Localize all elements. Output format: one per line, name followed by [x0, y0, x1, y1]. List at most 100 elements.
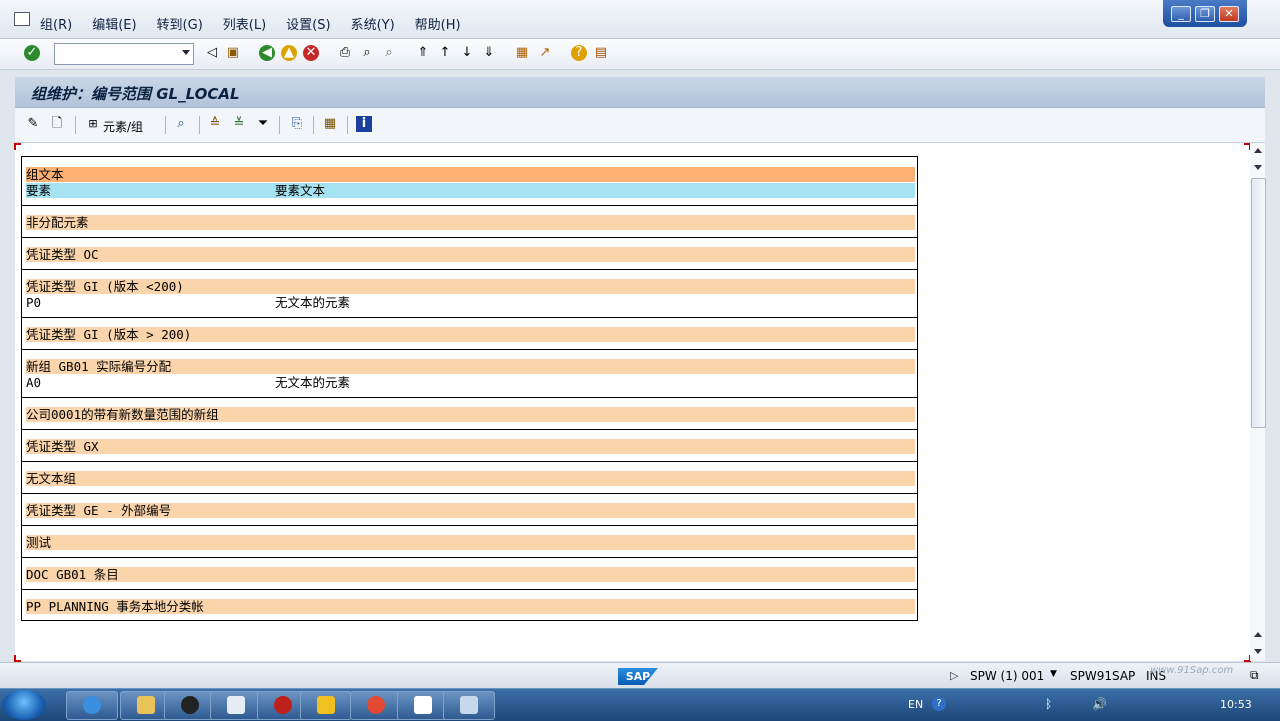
- toolbar-separator: [347, 116, 348, 134]
- sap-gui-task[interactable]: [397, 691, 449, 720]
- scroll-down-icon[interactable]: [1254, 165, 1262, 170]
- element-id: P0: [26, 295, 42, 310]
- element-row[interactable]: A0 无文本的元素: [26, 375, 915, 390]
- group-block: 公司0001的带有新数量范围的新组: [22, 397, 917, 422]
- group-row[interactable]: 凭证类型 GX: [26, 439, 915, 454]
- find-next-icon[interactable]: ⌕: [381, 45, 397, 61]
- bluetooth-icon[interactable]: ᛒ: [1045, 697, 1052, 711]
- new-session-icon[interactable]: ▦: [514, 45, 530, 61]
- status-bar: SAP ▷ SPW (1) 001 ▼ SPW91SAP INS ⧉: [0, 662, 1280, 689]
- sort-descending-icon[interactable]: ≚: [231, 116, 247, 132]
- group-block: 非分配元素: [22, 205, 917, 230]
- table-icon[interactable]: ▦: [322, 116, 338, 132]
- group-row[interactable]: 凭证类型 OC: [26, 247, 915, 262]
- layout-icon[interactable]: ▤: [593, 45, 609, 61]
- resize-icon[interactable]: ⧉: [1250, 668, 1259, 683]
- ie-task[interactable]: [66, 691, 118, 720]
- exit-icon[interactable]: ▲: [281, 45, 297, 61]
- group-row[interactable]: 凭证类型 GI (版本 <200): [26, 279, 915, 294]
- menu-system[interactable]: 系统(Y): [351, 14, 395, 33]
- taskbar: EN ? ᛒ 🔊 10:53: [0, 688, 1280, 721]
- corner-mark: [14, 655, 21, 662]
- status-expand-icon[interactable]: ▷: [950, 669, 958, 682]
- group-row[interactable]: 新组 GB01 实际编号分配: [26, 359, 915, 374]
- group-row[interactable]: PP PLANNING 事务本地分类帐: [26, 599, 915, 614]
- arrow-left-icon[interactable]: ◁: [204, 45, 220, 61]
- close-icon[interactable]: ✕: [1219, 5, 1239, 22]
- scroll-up-icon[interactable]: [1254, 632, 1262, 637]
- scroll-up-icon[interactable]: [1254, 148, 1262, 153]
- group-block: 凭证类型 GX: [22, 429, 917, 454]
- pencil-icon[interactable]: ✎: [25, 116, 41, 132]
- last-page-icon[interactable]: ⇓: [481, 45, 497, 61]
- search-icon[interactable]: ⌕: [173, 116, 189, 132]
- element-row[interactable]: P0 无文本的元素: [26, 295, 915, 310]
- header-group-row: 组文本: [26, 167, 915, 182]
- group-row[interactable]: 公司0001的带有新数量范围的新组: [26, 407, 915, 422]
- back-icon[interactable]: ◀: [259, 45, 275, 61]
- app-task[interactable]: [443, 691, 495, 720]
- scroll-down-icon[interactable]: [1254, 649, 1262, 654]
- chevron-down-icon[interactable]: ▼: [1050, 669, 1057, 679]
- toolbar-separator: [165, 116, 166, 134]
- scrollbar-thumb[interactable]: [1251, 178, 1266, 428]
- group-row[interactable]: 凭证类型 GE - 外部编号: [26, 503, 915, 518]
- watermark: www.91Sap.com: [1150, 665, 1234, 676]
- toolbar-separator: [279, 116, 280, 134]
- find-icon[interactable]: ⌕: [359, 45, 375, 61]
- enter-check-icon[interactable]: ✓: [24, 45, 40, 61]
- menu-edit[interactable]: 编辑(E): [92, 14, 136, 33]
- group-row[interactable]: 测试: [26, 535, 915, 550]
- chrome-task[interactable]: [350, 691, 402, 720]
- sap-logon-task[interactable]: [300, 691, 352, 720]
- shortcut-icon[interactable]: ↗: [537, 45, 553, 61]
- volume-icon[interactable]: 🔊: [1092, 697, 1107, 711]
- group-block: 无文本组: [22, 461, 917, 486]
- filter-icon[interactable]: ⏷: [255, 116, 271, 132]
- status-system[interactable]: SPW (1) 001: [970, 669, 1044, 683]
- first-page-icon[interactable]: ⇑: [415, 45, 431, 61]
- qq-task[interactable]: [164, 691, 216, 720]
- input-language[interactable]: EN: [908, 698, 923, 711]
- notes-task[interactable]: [210, 691, 262, 720]
- chevron-down-icon[interactable]: [182, 50, 190, 55]
- save-icon[interactable]: ▣: [225, 45, 241, 61]
- cancel-icon[interactable]: ✕: [303, 45, 319, 61]
- group-row[interactable]: 无文本组: [26, 471, 915, 486]
- menu-list[interactable]: 列表(L): [223, 14, 266, 33]
- group-row[interactable]: 非分配元素: [26, 215, 915, 230]
- menu-group[interactable]: 组(R): [40, 14, 72, 33]
- group-block: 凭证类型 GI (版本 <200) P0 无文本的元素: [22, 269, 917, 310]
- group-block: 测试: [22, 525, 917, 550]
- menu-bar: 组(R) 编辑(E) 转到(G) 列表(L) 设置(S) 系统(Y) 帮助(H)…: [0, 0, 1280, 39]
- help-tray-icon[interactable]: ?: [932, 697, 946, 711]
- menu-icon[interactable]: [14, 12, 30, 26]
- group-block: PP PLANNING 事务本地分类帐: [22, 589, 917, 614]
- start-button[interactable]: [2, 690, 46, 720]
- menu-settings[interactable]: 设置(S): [286, 14, 330, 33]
- previous-page-icon[interactable]: ↑: [437, 45, 453, 61]
- application-toolbar: ✎ 🗋 ⊞ 元素/组 ⌕ ≙ ≚ ⏷ ⎘ ▦ i: [15, 108, 1265, 143]
- element-text: 无文本的元素: [275, 295, 351, 310]
- next-page-icon[interactable]: ↓: [459, 45, 475, 61]
- menu-help[interactable]: 帮助(H): [415, 14, 461, 33]
- hierarchy-icon: ⊞: [88, 117, 98, 130]
- export-icon[interactable]: ⎘: [289, 116, 305, 132]
- minimize-icon[interactable]: _: [1171, 5, 1191, 22]
- group-row[interactable]: DOC GB01 条目: [26, 567, 915, 582]
- sort-ascending-icon[interactable]: ≙: [207, 116, 223, 132]
- clock[interactable]: 10:53: [1220, 698, 1252, 711]
- print-icon[interactable]: ⎙: [337, 45, 353, 61]
- restore-icon[interactable]: ❐: [1195, 5, 1215, 22]
- header-element: 要素: [26, 183, 52, 198]
- element-group-button[interactable]: 元素/组: [103, 118, 143, 135]
- corner-mark: [14, 143, 21, 150]
- info-icon[interactable]: i: [356, 116, 372, 132]
- group-row[interactable]: 凭证类型 GI (版本 > 200): [26, 327, 915, 342]
- new-document-icon[interactable]: 🗋: [49, 116, 65, 132]
- title-bar: 组维护：编号范围 GL_LOCAL: [15, 77, 1265, 108]
- menu-goto[interactable]: 转到(G): [157, 14, 203, 33]
- command-field[interactable]: [54, 43, 194, 65]
- header-element-row: 要素 要素文本: [26, 183, 915, 198]
- help-icon[interactable]: ?: [571, 45, 587, 61]
